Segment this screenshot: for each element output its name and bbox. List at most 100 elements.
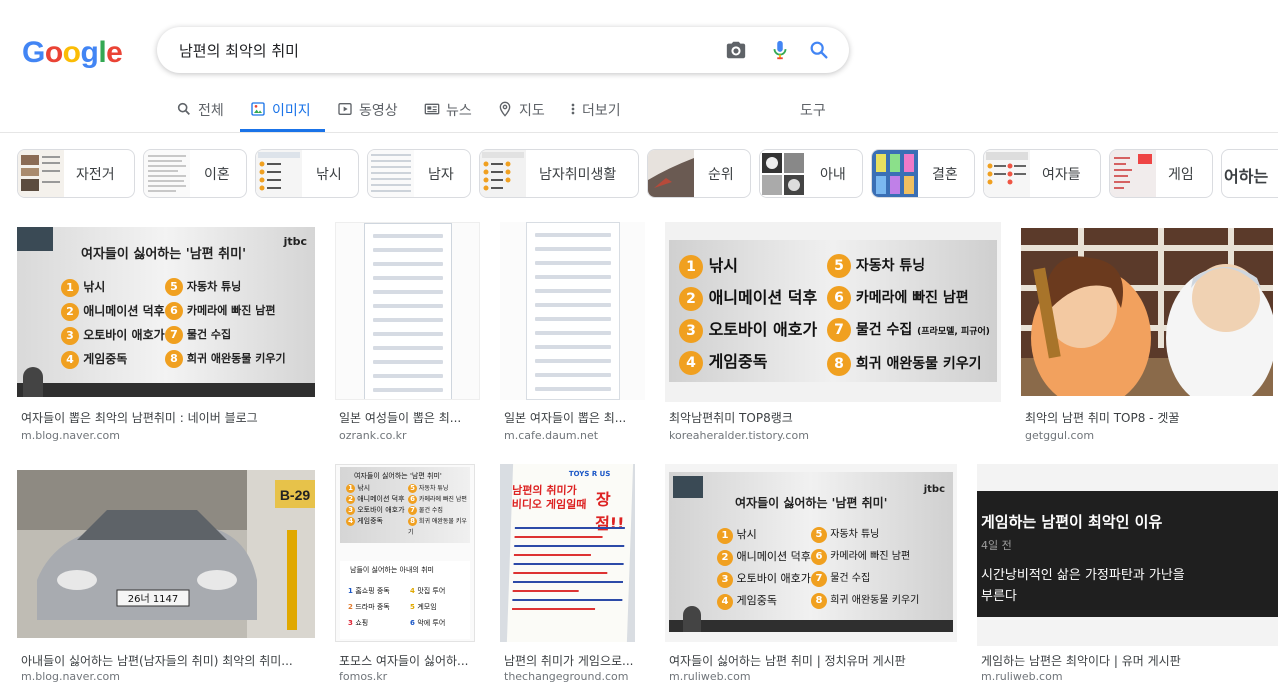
result-thumbnail: 여자들이 싫어하는 '남편 취미' 1 낚시 2 애니메이션 덕후 3 오토바이… [335,464,475,642]
image-result[interactable]: 최악의 남편 취미 TOP8 - 겟꿀 getggul.com [1021,228,1278,442]
chip-divorce[interactable]: 이혼 [143,149,247,198]
rank-item: 2 애니메이션 덕후 [679,282,817,314]
anchor-person-icon [23,367,43,397]
chip-wife[interactable]: 아내 [759,149,863,198]
chip-label: 게임 [1168,167,1194,183]
rank-item: 5 자동차 튜닝 [827,250,990,282]
search-box [157,27,849,73]
microphone-icon[interactable] [769,39,791,61]
rank-item: 3 오토바이 애호가 [61,323,165,347]
chip-thumbnail [144,150,190,197]
chip-label: 낚시 [316,167,342,183]
chip-male-hobby[interactable]: 남자취미생활 [479,149,639,198]
rank-item: 6 카메라에 빠진 남편 [827,282,990,314]
result-title[interactable]: 여자들이 싫어하는 남편 취미 | 정치유머 게시판 [669,652,961,669]
chip-game[interactable]: 게임 [1109,149,1213,198]
text-card-body: 시간낭비적인 삶은 가정파탄과 가난을 부른다 [981,568,1185,604]
tab-maps[interactable]: 지도 [497,92,545,132]
rank-item: 1 낚시 [679,250,817,282]
result-title[interactable]: 아내들이 싫어하는 남편(남자들의 취미) 최악의 취미... [21,652,315,669]
result-source: fomos.kr [339,670,388,683]
tab-label: 지도 [519,103,545,119]
logo-letter: l [98,36,107,69]
search-icon[interactable] [808,39,830,61]
rank-item: 8 희귀 애완동물 키우기 [165,347,286,371]
tools-button[interactable]: 도구 [800,100,826,120]
chip-label: 아내 [820,167,846,183]
chip-women[interactable]: 여자들 [983,149,1101,198]
chip-bicycle[interactable]: 자전거 [17,149,135,198]
news-icon [424,103,440,115]
rank-item: 2 애니메이션 덕후 [61,299,165,323]
image-result[interactable]: B-29 26너 1147 아내들이 싫어하는 남편(남자들의 취미) 최악의 … [17,470,315,685]
logo-letter: G [22,36,45,69]
chip-thumbnail [760,150,806,197]
tab-label: 뉴스 [446,103,472,119]
chip-man[interactable]: 남자 [367,149,471,198]
rank-item: 4 게임중독 [61,347,165,371]
result-title[interactable]: 일본 여자들이 뽑은 최... [504,409,645,426]
result-thumbnail: 1 낚시 2 애니메이션 덕후 3 오토바이 애호가 4 게임중독 5 자동차 … [665,222,1001,402]
result-thumbnail [335,222,480,400]
search-icon [177,102,190,115]
tab-news[interactable]: 뉴스 [424,92,472,132]
result-source: m.blog.naver.com [21,429,120,442]
chip-label: 남자취미생활 [539,167,617,183]
parking-sign: B-29 [280,487,311,503]
rank-item: 5 자동차 튜닝 [165,275,286,299]
rank-item: 1 낚시 [61,275,165,299]
result-title[interactable]: 게임하는 남편은 최악이다 | 유머 게시판 [981,652,1278,669]
brand-label: jtbc [283,235,307,248]
chip-thumbnail [1110,150,1156,197]
result-title[interactable]: 남편의 취미가 게임으로... [504,652,645,669]
chip-label: 자전거 [76,167,115,183]
image-result[interactable]: TOYS R US 남편의 취미가 비디오 게임일때 장점!! 남편의 취미가 … [500,464,645,685]
tab-label: 이미지 [272,103,311,119]
result-title[interactable]: 최악의 남편 취미 TOP8 - 겟꿀 [1025,409,1275,426]
chip-label: 어하는 [1224,167,1269,186]
more-vert-icon [571,103,575,115]
tab-label: 더보기 [582,103,621,119]
chip-fishing[interactable]: 낚시 [255,149,359,198]
result-source: m.ruliweb.com [981,670,1063,683]
search-input[interactable] [179,39,699,61]
text-card-date: 4일 전 [981,539,1012,552]
logo-letter: g [80,36,99,69]
rank-item: 7 물건 수집 (프라모델, 피규어) [827,314,990,348]
chip-marriage[interactable]: 결혼 [871,149,975,198]
chip-thumbnail [648,150,694,197]
jtbc-logo-icon [17,227,53,251]
image-result[interactable]: 여자들이 싫어하는 '남편 취미' 1 낚시 2 애니메이션 덕후 3 오토바이… [335,464,480,685]
tab-all[interactable]: 전체 [176,92,224,132]
image-result[interactable]: 게임하는 남편이 최악인 이유 4일 전 시간낭비적인 삶은 가정파탄과 가난을… [977,464,1278,685]
image-result[interactable]: 여자들이 싫어하는 '남편 취미' jtbc 1 낚시 2 애니메이션 덕후 3… [665,464,961,685]
result-thumbnail: 게임하는 남편이 최악인 이유 4일 전 시간낭비적인 삶은 가정파탄과 가난을… [977,464,1278,646]
panel-headline: 여자들이 싫어하는 '남편 취미' [81,247,247,262]
image-result[interactable]: 1 낚시 2 애니메이션 덕후 3 오토바이 애호가 4 게임중독 5 자동차 … [665,222,1001,442]
chip-thumbnail [256,150,302,197]
result-title[interactable]: 포모스 여자들이 싫어하... [339,652,480,669]
result-source: m.ruliweb.com [669,670,751,683]
rank-item: 4 게임중독 [679,346,817,378]
tab-images[interactable]: 이미지 [250,92,311,132]
result-source: getggul.com [1025,429,1095,442]
result-source: m.cafe.daum.net [504,429,599,442]
result-title[interactable]: 여자들이 뽑은 최악의 남편취미 : 네이버 블로그 [21,409,315,426]
chip-thumbnail [480,150,526,197]
chip-label: 남자 [428,167,454,183]
chip-ranking[interactable]: 순위 [647,149,751,198]
google-logo[interactable]: Google [22,36,123,70]
image-result[interactable]: 일본 여성들이 뽑은 최... ozrank.co.kr [335,222,480,442]
result-thumbnail: 여자들이 싫어하는 '남편 취미' jtbc 1 낚시 2 애니메이션 덕후 3… [17,227,315,397]
tab-more[interactable]: 더보기 [568,92,621,132]
tab-label: 동영상 [359,103,398,119]
chip-dislike[interactable]: 어하는 [1221,149,1278,198]
image-result[interactable]: 일본 여자들이 뽑은 최... m.cafe.daum.net [500,222,645,442]
image-result[interactable]: 여자들이 싫어하는 '남편 취미' jtbc 1 낚시 2 애니메이션 덕후 3… [17,227,315,442]
result-title[interactable]: 최악남편취미 TOP8랭크 [669,409,1001,426]
chip-label: 결혼 [932,167,958,183]
camera-icon[interactable] [725,39,747,61]
chip-label: 순위 [708,167,734,183]
result-title[interactable]: 일본 여성들이 뽑은 최... [339,409,480,426]
tab-videos[interactable]: 동영상 [337,92,398,132]
